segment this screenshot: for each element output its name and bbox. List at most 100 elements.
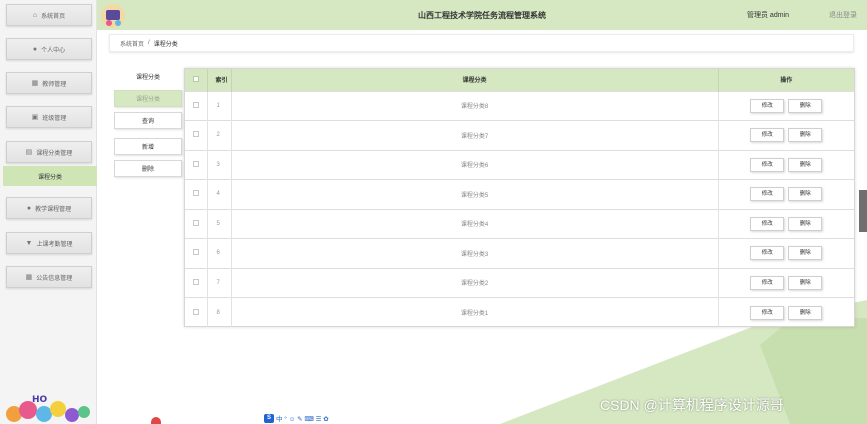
edit-button[interactable]: 修改 [750, 128, 785, 143]
row-index: 8 [207, 297, 232, 327]
delete-button[interactable]: 删除 [788, 275, 823, 290]
submenu-item-course-category[interactable]: 课程分类 [114, 90, 182, 107]
red-indicator [151, 417, 161, 424]
submenu-add-button[interactable]: 新增 [114, 138, 182, 155]
row-category-name: 课程分类7 [231, 120, 719, 150]
row-actions: 修改 删除 [718, 90, 854, 121]
row-checkbox[interactable] [192, 101, 199, 108]
row-category-name: 课程分类6 [231, 149, 719, 180]
submenu-title: 课程分类 [135, 75, 160, 81]
breadcrumb-home-link[interactable]: 系统首页 [120, 39, 144, 48]
row-checkbox[interactable] [192, 190, 199, 197]
table-row: 4 课程分类5 修改 删除 [185, 179, 854, 209]
row-index: 7 [207, 267, 232, 298]
sidebar-item-home[interactable]: ⌂ 系统首页 [6, 4, 92, 26]
delete-button[interactable]: 删除 [788, 187, 823, 202]
sidebar-item-label: 公告信息管理 [36, 275, 73, 282]
table-row: 8 课程分类1 修改 删除 [185, 297, 854, 327]
sidebar-item-label: 课程分类管理 [36, 150, 73, 157]
sidebar-item-course-category[interactable]: ▤ 课程分类管理 [6, 141, 92, 163]
delete-button[interactable]: 删除 [788, 246, 823, 261]
edit-button[interactable]: 修改 [750, 157, 785, 172]
edit-button[interactable]: 修改 [750, 187, 785, 202]
sidebar-illustration: HO [6, 395, 90, 422]
sidebar-item-teaching-course[interactable]: ● 教学课程管理 [6, 197, 92, 219]
row-index: 2 [207, 120, 232, 150]
row-select-cell [185, 208, 208, 239]
home-icon: ⌂ [32, 11, 38, 19]
ime-toolbar: S 中 ° ☺ ✎ ⌨ ☰ ✿ [264, 413, 329, 423]
delete-button[interactable]: 删除 [788, 157, 823, 172]
sidebar-item-teacher[interactable]: ▦ 教师管理 [6, 72, 92, 94]
user-icon: ● [32, 45, 38, 53]
row-checkbox[interactable] [192, 219, 199, 226]
delete-button[interactable]: 删除 [788, 128, 823, 143]
sidebar-item-attendance[interactable]: ▼ 上课考勤管理 [6, 232, 92, 254]
row-index: 4 [207, 179, 232, 209]
building-icon: ▣ [31, 114, 39, 121]
row-actions: 修改 删除 [718, 297, 854, 327]
select-all-checkbox[interactable] [192, 75, 199, 82]
edit-button[interactable]: 修改 [750, 275, 785, 290]
row-checkbox[interactable] [192, 249, 199, 256]
column-header-category: 课程分类 [231, 69, 719, 91]
row-index: 5 [207, 208, 232, 239]
row-category-name: 课程分类1 [231, 297, 719, 327]
edit-button[interactable]: 修改 [750, 216, 785, 231]
submenu-delete-button[interactable]: 删除 [114, 160, 182, 177]
row-actions: 修改 删除 [718, 208, 854, 239]
svg-text:HO: HO [32, 395, 48, 405]
row-index: 6 [207, 238, 232, 268]
row-category-name: 课程分类8 [231, 90, 719, 121]
course-category-table: 索引 课程分类 操作 1 课程分类8 修改 删除 2 课程分类7 修改 删除 3 课程分类6 修改删… [184, 68, 855, 327]
table-row: 7 课程分类2 修改 删除 [185, 267, 854, 298]
row-category-name: 课程分类3 [231, 238, 719, 268]
row-checkbox[interactable] [192, 160, 199, 167]
delete-button[interactable]: 删除 [788, 305, 823, 320]
row-checkbox[interactable] [192, 131, 199, 138]
row-actions: 修改 删除 [718, 267, 854, 298]
sidebar-item-label: 教师管理 [42, 81, 67, 88]
sidebar-item-label: 上课考勤管理 [36, 241, 73, 248]
row-category-name: 课程分类4 [231, 208, 719, 239]
row-index: 3 [207, 149, 232, 180]
edit-button[interactable]: 修改 [750, 305, 785, 320]
row-category-name: 课程分类5 [231, 179, 719, 209]
edit-button[interactable]: 修改 [750, 98, 785, 113]
doc-icon: ▤ [25, 149, 33, 156]
table-row: 2 课程分类7 修改 删除 [185, 120, 854, 150]
sidebar-item-label: 系统首页 [41, 13, 66, 20]
current-user: 管理员 admin [746, 12, 789, 19]
sidebar-item-personal-center[interactable]: ● 个人中心 [6, 38, 92, 60]
row-select-cell [185, 179, 208, 209]
sidebar-subitem-course-category[interactable]: 课程分类 [3, 166, 97, 186]
delete-button[interactable]: 删除 [788, 98, 823, 113]
logout-link[interactable]: 退出登录 [829, 10, 857, 20]
row-category-name: 课程分类2 [231, 267, 719, 298]
sidebar-item-label: 教学课程管理 [35, 206, 72, 213]
select-all-cell [185, 69, 208, 91]
page-scrollbar[interactable] [859, 190, 867, 232]
ime-logo-icon[interactable]: S [264, 413, 274, 423]
submenu-query-button[interactable]: 查询 [114, 112, 182, 129]
sidebar-item-label: 班级管理 [42, 115, 67, 122]
delete-button[interactable]: 删除 [788, 216, 823, 231]
table-header-row: 索引 课程分类 操作 [185, 69, 854, 91]
bookmark-icon: ▼ [25, 239, 33, 247]
sidebar-item-class[interactable]: ▣ 班级管理 [6, 106, 92, 128]
ime-tool-icons[interactable]: 中 ° ☺ ✎ ⌨ ☰ ✿ [276, 413, 329, 423]
table-row: 6 课程分类3 修改 删除 [185, 238, 854, 268]
edit-button[interactable]: 修改 [750, 246, 785, 261]
breadcrumb-current: 课程分类 [153, 41, 178, 48]
row-select-cell [185, 120, 208, 150]
row-actions: 修改 删除 [718, 179, 854, 209]
column-header-index: 索引 [207, 69, 232, 91]
grid-icon: ▦ [25, 274, 33, 281]
sidebar-item-announcement[interactable]: ▦ 公告信息管理 [6, 266, 92, 288]
row-checkbox[interactable] [192, 308, 199, 315]
row-actions: 修改 删除 [718, 149, 854, 180]
breadcrumb: 系统首页 / 课程分类 [109, 34, 854, 52]
table-row: 1 课程分类8 修改 删除 [185, 90, 854, 121]
row-checkbox[interactable] [192, 278, 199, 285]
row-index: 1 [207, 90, 232, 121]
